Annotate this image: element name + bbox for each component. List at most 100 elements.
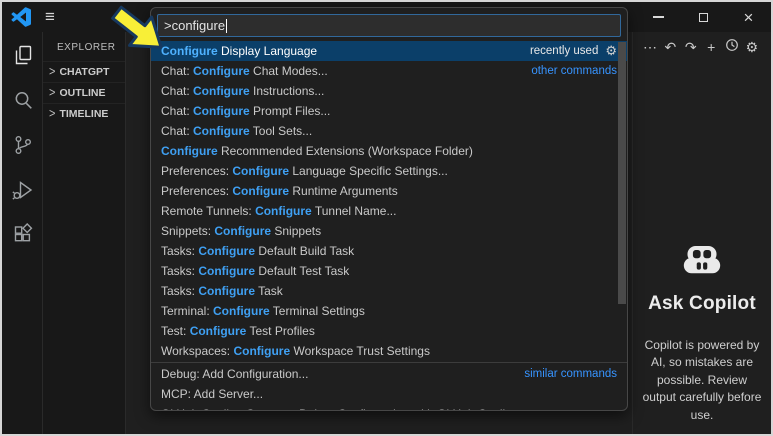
- undo-icon[interactable]: ↶: [661, 38, 679, 56]
- activity-run-debug-icon[interactable]: [2, 167, 43, 212]
- run-debug-icon: [11, 180, 32, 200]
- chevron-right-icon: >: [49, 85, 56, 101]
- results-separator: [151, 362, 627, 363]
- command-input-value: >configure: [164, 18, 226, 33]
- command-label: Chat: Configure Chat Modes...: [161, 64, 328, 78]
- close-button[interactable]: ×: [726, 2, 771, 32]
- palette-row[interactable]: GitHub Copilot: Generate Debug Configura…: [151, 404, 627, 410]
- palette-row[interactable]: Tasks: Configure Default Build Task: [151, 241, 627, 261]
- settings-gear-icon[interactable]: ⚙: [743, 38, 761, 56]
- activity-search-icon[interactable]: [2, 77, 43, 122]
- command-label: Chat: Configure Tool Sets...: [161, 124, 313, 138]
- palette-row[interactable]: Remote Tunnels: Configure Tunnel Name...: [151, 201, 627, 221]
- chat-welcome: Ask Copilot Copilot is powered by AI, so…: [633, 244, 771, 424]
- history-icon[interactable]: [723, 38, 741, 56]
- recently-used-label: recently used: [529, 45, 599, 57]
- match-highlight: Configure: [193, 64, 250, 78]
- section-label: OUTLINE: [59, 87, 106, 99]
- palette-row[interactable]: Chat: Configure Instructions...: [151, 81, 627, 101]
- search-icon: [15, 91, 32, 109]
- match-highlight: Configure: [161, 44, 218, 58]
- sidebar-section-timeline[interactable]: > TIMELINE: [43, 103, 125, 124]
- chevron-right-icon: >: [49, 106, 56, 122]
- text-caret: [226, 18, 228, 33]
- explorer-icon: [15, 45, 31, 64]
- palette-row[interactable]: Chat: Configure Prompt Files...: [151, 101, 627, 121]
- minimize-button[interactable]: [636, 2, 681, 32]
- chevron-right-icon: >: [49, 64, 56, 80]
- minimize-icon: [653, 16, 664, 18]
- palette-row[interactable]: Chat: Configure Chat Modes... other comma…: [151, 61, 627, 81]
- command-label: GitHub Copilot: Generate Debug Configura…: [161, 407, 515, 410]
- menu-hamburger-icon[interactable]: ≡: [38, 6, 62, 28]
- command-label: Preferences: Configure Runtime Arguments: [161, 184, 398, 198]
- maximize-button[interactable]: [681, 2, 726, 32]
- commands-group-link[interactable]: similar commands: [524, 368, 617, 380]
- match-highlight: Configure: [193, 104, 250, 118]
- command-results-list: Configure Display Language recently used ⚙…: [151, 41, 627, 410]
- sidebar-section-chatgpt[interactable]: > CHATGPT: [43, 61, 125, 82]
- section-label: TIMELINE: [59, 108, 109, 120]
- command-label: Tasks: Configure Default Build Task: [161, 244, 355, 258]
- chat-toolbar: ⋯ ↶ ↷ + ⚙: [633, 32, 771, 56]
- palette-row[interactable]: Tasks: Configure Task: [151, 281, 627, 301]
- palette-row[interactable]: Preferences: Configure Runtime Arguments: [151, 181, 627, 201]
- command-label: Preferences: Configure Language Specific…: [161, 164, 448, 178]
- palette-row[interactable]: Terminal: Configure Terminal Settings: [151, 301, 627, 321]
- sidebar-section-outline[interactable]: > OUTLINE: [43, 82, 125, 103]
- new-chat-icon[interactable]: +: [702, 38, 720, 56]
- sidebar-title: EXPLORER: [57, 42, 116, 53]
- command-label: Chat: Configure Instructions...: [161, 84, 325, 98]
- command-label: MCP: Add Server...: [161, 387, 264, 401]
- command-label: Tasks: Configure Default Test Task: [161, 264, 350, 278]
- command-label: Debug: Add Configuration...: [161, 367, 309, 381]
- activity-source-control-icon[interactable]: [2, 122, 43, 167]
- configure-keybinding-gear-icon[interactable]: ⚙: [605, 43, 617, 59]
- match-highlight: Configure: [232, 184, 290, 198]
- match-highlight: Configure: [193, 124, 250, 138]
- redo-icon[interactable]: ↷: [682, 38, 700, 56]
- palette-row[interactable]: Debug: Add Configuration... similar comma…: [151, 364, 627, 384]
- match-highlight: Configure: [198, 284, 256, 298]
- palette-row[interactable]: Workspaces: Configure Workspace Trust Se…: [151, 341, 627, 361]
- activity-extensions-icon[interactable]: [2, 212, 43, 257]
- command-label: Chat: Configure Prompt Files...: [161, 104, 331, 118]
- command-label: Terminal: Configure Terminal Settings: [161, 304, 365, 318]
- command-label: Remote Tunnels: Configure Tunnel Name...: [161, 204, 397, 218]
- command-label: Tasks: Configure Task: [161, 284, 283, 298]
- vscode-window: ≡ × EXPLORER > CHATGPT > OUTLINE > TIMELINE ⋯…: [0, 0, 773, 436]
- match-highlight: Configure: [198, 264, 256, 278]
- match-highlight: Configure: [255, 204, 312, 218]
- source-control-icon: [14, 135, 31, 154]
- vscode-logo-icon: [11, 7, 31, 27]
- palette-row[interactable]: Preferences: Configure Language Specific…: [151, 161, 627, 181]
- palette-row[interactable]: Test: Configure Test Profiles: [151, 321, 627, 341]
- palette-row[interactable]: Configure Display Language recently used ⚙: [151, 41, 627, 61]
- match-highlight: Configure: [232, 164, 290, 178]
- match-highlight: Configure: [213, 304, 270, 318]
- explorer-sidebar: EXPLORER > CHATGPT > OUTLINE > TIMELINE: [43, 32, 126, 434]
- palette-row[interactable]: Tasks: Configure Default Test Task: [151, 261, 627, 281]
- command-label: Configure Display Language: [161, 44, 318, 58]
- chat-disclaimer: Copilot is powered by AI, so mistakes ar…: [642, 338, 762, 422]
- match-highlight: Configure: [193, 84, 250, 98]
- commands-group-link[interactable]: other commands: [531, 65, 617, 77]
- palette-row[interactable]: MCP: Add Server...: [151, 384, 627, 404]
- command-label: Snippets: Configure Snippets: [161, 224, 322, 238]
- activity-bar: [2, 32, 43, 434]
- section-label: CHATGPT: [59, 66, 110, 78]
- match-highlight: Configure: [233, 344, 291, 358]
- copilot-icon: [683, 245, 721, 274]
- command-label: Workspaces: Configure Workspace Trust Se…: [161, 344, 430, 358]
- palette-row[interactable]: Snippets: Configure Snippets: [151, 221, 627, 241]
- more-actions-icon[interactable]: ⋯: [641, 38, 659, 56]
- match-highlight: Configure: [161, 144, 218, 158]
- palette-scrollbar[interactable]: [618, 42, 626, 304]
- command-input[interactable]: >configure: [157, 14, 621, 37]
- chat-heading: Ask Copilot: [648, 293, 756, 314]
- activity-explorer-icon[interactable]: [2, 32, 43, 77]
- palette-row[interactable]: Chat: Configure Tool Sets...: [151, 121, 627, 141]
- copilot-chat-panel: ⋯ ↶ ↷ + ⚙ Ask Copilot Copilot is powered by …: [632, 32, 771, 434]
- match-highlight: Configure: [198, 244, 256, 258]
- palette-row[interactable]: Configure Recommended Extensions (Worksp…: [151, 141, 627, 161]
